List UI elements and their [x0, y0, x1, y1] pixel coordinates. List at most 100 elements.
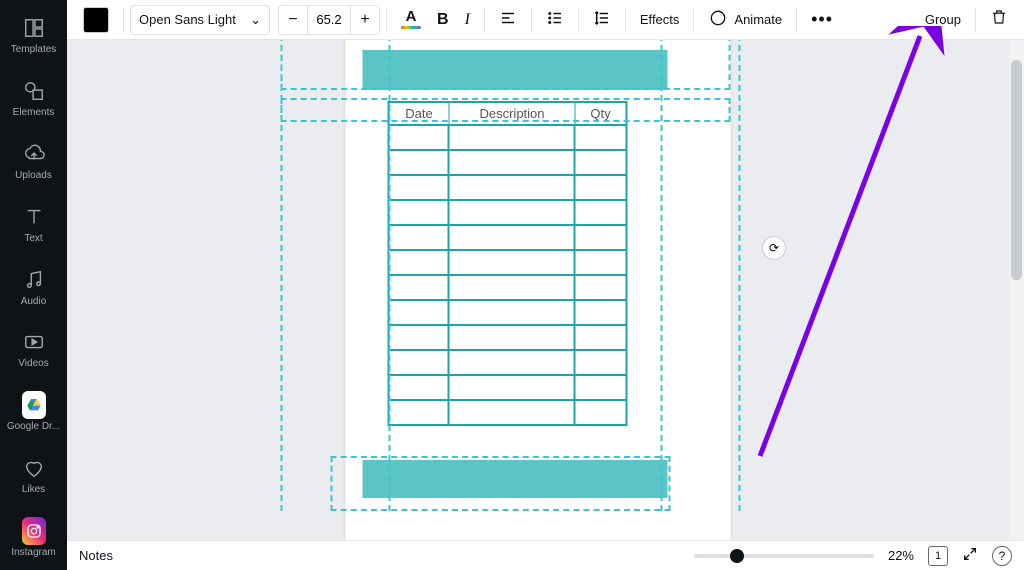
delete-button[interactable] [982, 5, 1016, 35]
table-row[interactable] [390, 349, 626, 374]
table-row[interactable] [390, 149, 626, 174]
sidebar-label: Videos [18, 358, 48, 369]
table-row[interactable] [390, 224, 626, 249]
table-cell[interactable] [450, 176, 576, 199]
design-page[interactable]: Date Description Qty [346, 40, 731, 540]
decorative-wave-top[interactable] [363, 50, 668, 90]
table-header-date[interactable]: Date [390, 103, 450, 124]
table-cell[interactable] [450, 276, 576, 299]
table-row[interactable] [390, 299, 626, 324]
text-color-icon: A [401, 10, 421, 29]
table-row[interactable] [390, 249, 626, 274]
table-cell[interactable] [390, 376, 450, 399]
text-color-button[interactable]: A [393, 5, 429, 35]
table-cell[interactable] [450, 301, 576, 324]
more-options-button[interactable]: ••• [803, 5, 841, 35]
font-size-input[interactable] [307, 6, 351, 34]
font-family-dropdown[interactable]: Open Sans Light ⌄ [130, 5, 270, 35]
sidebar-label: Text [24, 233, 42, 244]
table-cell[interactable] [450, 326, 576, 349]
audio-icon [22, 268, 46, 292]
table-cell[interactable] [576, 151, 626, 174]
table-cell[interactable] [390, 351, 450, 374]
table-row[interactable] [390, 324, 626, 349]
sidebar-item-likes[interactable]: Likes [0, 448, 67, 503]
table-cell[interactable] [390, 126, 450, 149]
table-cell[interactable] [450, 151, 576, 174]
table-cell[interactable] [390, 201, 450, 224]
table-cell[interactable] [576, 201, 626, 224]
table-row[interactable] [390, 374, 626, 399]
slider-thumb[interactable] [730, 549, 744, 563]
table-cell[interactable] [390, 151, 450, 174]
font-name-label: Open Sans Light [139, 12, 236, 27]
table-cell[interactable] [390, 251, 450, 274]
spacing-button[interactable] [585, 5, 619, 35]
table-cell[interactable] [576, 276, 626, 299]
table-cell[interactable] [576, 176, 626, 199]
canvas-workspace[interactable]: Date Description Qty [67, 40, 1009, 540]
sidebar-item-audio[interactable]: Audio [0, 260, 67, 315]
table-cell[interactable] [450, 351, 576, 374]
italic-button[interactable]: I [457, 5, 478, 35]
animate-button[interactable]: Animate [700, 5, 790, 35]
table-header-qty[interactable]: Qty [576, 103, 626, 124]
fullscreen-button[interactable] [962, 546, 978, 565]
table-cell[interactable] [390, 301, 450, 324]
sidebar-item-instagram[interactable]: Instagram [0, 511, 67, 566]
table-row[interactable] [390, 199, 626, 224]
sidebar-item-googledrive[interactable]: Google Dr... [0, 385, 67, 440]
table-row[interactable] [390, 124, 626, 149]
sidebar-item-uploads[interactable]: Uploads [0, 134, 67, 189]
table-cell[interactable] [390, 401, 450, 424]
group-button[interactable]: Group [917, 5, 969, 35]
table-cell[interactable] [576, 326, 626, 349]
table-cell[interactable] [576, 351, 626, 374]
rotate-handle[interactable]: ⟳ [762, 236, 786, 260]
table-cell[interactable] [390, 176, 450, 199]
table-cell[interactable] [390, 226, 450, 249]
table-cell[interactable] [450, 251, 576, 274]
decorative-wave-bottom[interactable] [363, 460, 668, 498]
table-cell[interactable] [450, 376, 576, 399]
sidebar-item-videos[interactable]: Videos [0, 322, 67, 377]
bottom-bar: Notes 22% 1 ? [67, 540, 1024, 570]
table-cell[interactable] [450, 226, 576, 249]
table-cell[interactable] [576, 251, 626, 274]
table-cell[interactable] [576, 401, 626, 424]
notes-button[interactable]: Notes [79, 548, 113, 563]
instagram-icon [22, 519, 46, 543]
alignment-button[interactable] [491, 5, 525, 35]
table-row[interactable] [390, 274, 626, 299]
sidebar-item-elements[interactable]: Elements [0, 71, 67, 126]
font-size-decrease[interactable]: − [279, 6, 307, 34]
zoom-slider[interactable] [694, 554, 874, 558]
sidebar-label: Templates [11, 44, 57, 55]
invoice-table[interactable]: Date Description Qty [388, 101, 628, 426]
table-cell[interactable] [450, 401, 576, 424]
table-cell[interactable] [390, 326, 450, 349]
page-count-badge[interactable]: 1 [928, 546, 948, 566]
help-button[interactable]: ? [992, 546, 1012, 566]
font-size-increase[interactable]: + [351, 6, 379, 34]
table-row[interactable] [390, 174, 626, 199]
table-cell[interactable] [450, 201, 576, 224]
scrollbar-thumb[interactable] [1011, 60, 1022, 280]
table-cell[interactable] [576, 126, 626, 149]
table-cell[interactable] [576, 301, 626, 324]
table-cell[interactable] [576, 226, 626, 249]
sidebar-label: Uploads [15, 170, 52, 181]
sidebar-item-templates[interactable]: Templates [0, 8, 67, 63]
table-header-description[interactable]: Description [450, 103, 576, 124]
table-cell[interactable] [450, 126, 576, 149]
list-button[interactable] [538, 5, 572, 35]
sidebar-item-text[interactable]: Text [0, 197, 67, 252]
table-cell[interactable] [576, 376, 626, 399]
zoom-level-label[interactable]: 22% [888, 548, 914, 563]
table-row[interactable] [390, 399, 626, 424]
bold-button[interactable]: B [429, 5, 457, 35]
text-color-swatch[interactable] [75, 5, 117, 35]
vertical-scrollbar[interactable] [1009, 40, 1024, 540]
effects-button[interactable]: Effects [632, 5, 688, 35]
table-cell[interactable] [390, 276, 450, 299]
